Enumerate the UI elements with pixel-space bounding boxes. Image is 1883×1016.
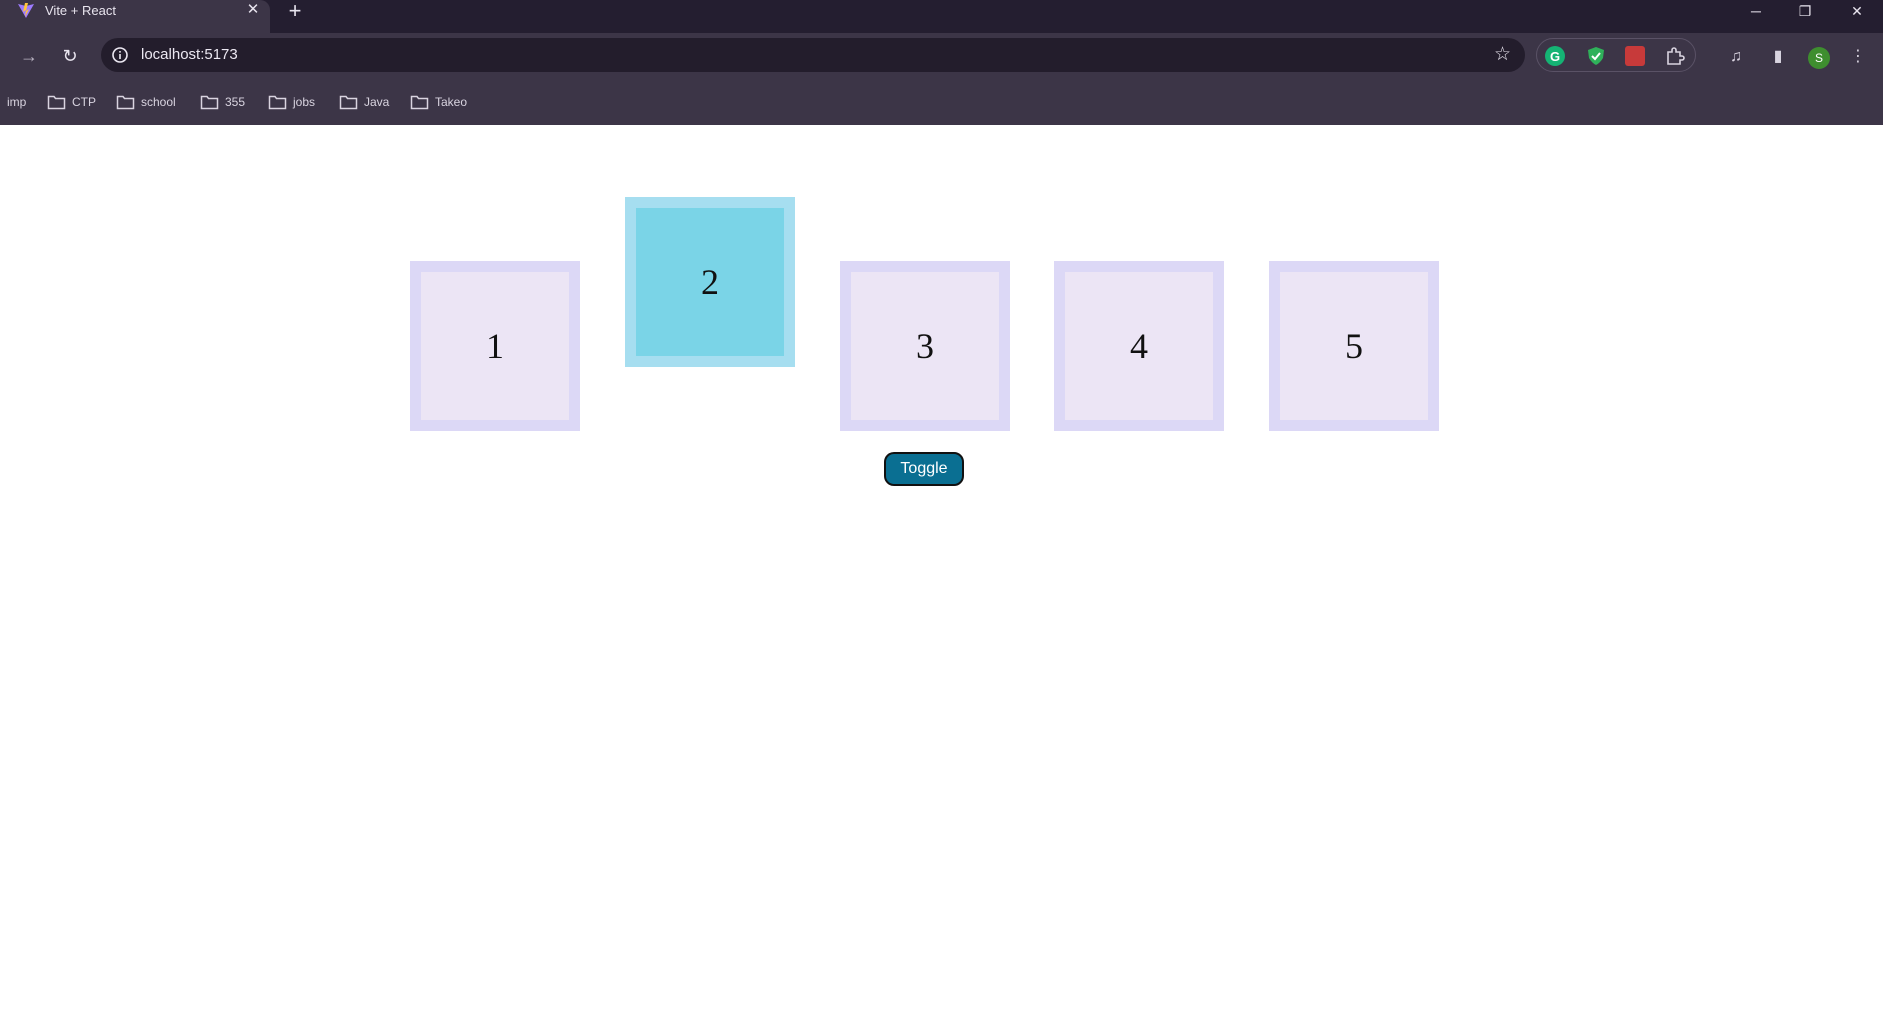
box-label: 5 — [1345, 326, 1363, 366]
forward-arrow-icon[interactable]: → — [14, 41, 44, 71]
bookmark-label: imp — [7, 95, 27, 109]
box-4[interactable]: 4 — [1054, 261, 1224, 431]
bookmark-label: Java — [364, 95, 390, 109]
box-3[interactable]: 3 — [840, 261, 1010, 431]
tab-title: Vite + React — [45, 3, 116, 18]
box-2[interactable]: 2 — [625, 197, 795, 367]
reload-icon[interactable]: ↻ — [55, 41, 85, 71]
folder-icon — [200, 95, 219, 110]
menu-dots-icon[interactable]: ⋮ — [1847, 46, 1869, 68]
page-content: 1 2 3 4 5 Toggle — [0, 125, 1883, 1016]
folder-icon — [410, 95, 429, 110]
bookmark-label: 355 — [225, 95, 246, 109]
bookmark-folder-takeo[interactable]: Takeo — [410, 92, 467, 112]
plus-icon[interactable]: + — [284, 0, 306, 22]
address-bar[interactable]: localhost:5173 ☆ — [101, 38, 1525, 72]
svg-text:G: G — [1550, 49, 1560, 64]
extensions-group: G — [1536, 38, 1696, 72]
bookmark-imp[interactable]: imp — [7, 92, 26, 112]
bookmark-label: CTP — [72, 95, 96, 109]
folder-icon — [339, 95, 358, 110]
box-label: 3 — [916, 326, 934, 366]
close-icon[interactable]: ✕ — [1834, 0, 1880, 22]
browser-toolbar: → ↻ localhost:5173 ☆ G ♫ ▮ S ⋮ — [0, 33, 1883, 79]
close-icon[interactable]: ✕ — [244, 1, 262, 19]
box-label: 4 — [1130, 326, 1148, 366]
avatar[interactable]: S — [1808, 47, 1830, 69]
tab-strip: Vite + React ✕ + ─ ❐ ✕ — [0, 0, 1883, 33]
bookmark-label: jobs — [293, 95, 316, 109]
puzzle-icon[interactable] — [1665, 46, 1685, 66]
bookmark-label: Takeo — [435, 95, 468, 109]
bookmark-label: school — [141, 95, 176, 109]
vite-logo-icon — [17, 2, 35, 20]
grammarly-icon[interactable]: G — [1545, 46, 1565, 66]
folder-icon — [47, 95, 66, 110]
url-text: localhost:5173 — [141, 46, 238, 63]
shield-icon[interactable] — [1586, 46, 1606, 66]
toggle-button[interactable]: Toggle — [884, 452, 964, 486]
media-control-icon[interactable]: ♫ — [1725, 46, 1747, 68]
info-icon[interactable] — [111, 46, 129, 64]
box-1[interactable]: 1 — [410, 261, 580, 431]
bookmarks-bar: imp CTP school 355 jobs Java Takeo — [0, 79, 1883, 125]
bookmark-folder-ctp[interactable]: CTP — [47, 92, 96, 112]
side-panel-icon[interactable]: ▮ — [1767, 46, 1789, 68]
bookmark-folder-java[interactable]: Java — [339, 92, 389, 112]
restore-icon[interactable]: ❐ — [1782, 0, 1828, 22]
bookmark-folder-school[interactable]: school — [116, 92, 176, 112]
browser-tab[interactable]: Vite + React ✕ — [0, 0, 270, 33]
red-extension-icon[interactable] — [1625, 46, 1645, 66]
box-label: 1 — [486, 326, 504, 366]
star-icon[interactable]: ☆ — [1494, 44, 1511, 66]
bookmark-folder-jobs[interactable]: jobs — [268, 92, 315, 112]
folder-icon — [268, 95, 287, 110]
folder-icon — [116, 95, 135, 110]
minimize-icon[interactable]: ─ — [1733, 0, 1779, 22]
bookmark-folder-355[interactable]: 355 — [200, 92, 245, 112]
box-label: 2 — [701, 262, 719, 302]
box-5[interactable]: 5 — [1269, 261, 1439, 431]
